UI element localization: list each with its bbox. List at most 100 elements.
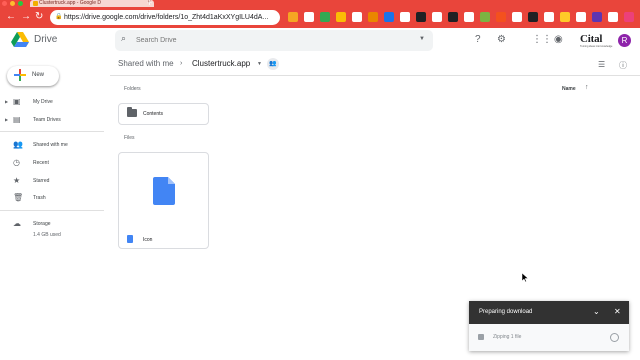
brand-logo: Cital — [580, 33, 603, 45]
address-bar[interactable]: 🔒 https://drive.google.com/drive/folders… — [50, 10, 280, 25]
drive-icon: ▣ — [13, 97, 21, 106]
extension-icon[interactable] — [304, 12, 314, 22]
extension-icon[interactable] — [496, 12, 506, 22]
file-type-icon — [127, 235, 133, 243]
sidebar-item-label: Shared with me — [33, 142, 68, 148]
minimize-window-button[interactable] — [10, 1, 15, 6]
search-bar[interactable]: ⌕ ▼ — [115, 30, 433, 51]
mouse-cursor-icon — [522, 273, 528, 282]
close-window-button[interactable] — [2, 1, 7, 6]
people-icon: 👥 — [13, 140, 23, 149]
download-item: Zipping 1 file — [469, 324, 629, 351]
browser-toolbar: ← → ↻ 🔒 https://drive.google.com/drive/f… — [0, 7, 640, 28]
sidebar-item-label: Starred — [33, 178, 50, 184]
storage-used-text: 1.4 GB used — [33, 232, 61, 238]
extension-icon[interactable] — [368, 12, 378, 22]
toast-title: Preparing download — [479, 309, 533, 315]
extension-icon[interactable] — [400, 12, 410, 22]
maximize-window-button[interactable] — [18, 1, 23, 6]
sidebar-item-label: Recent — [33, 160, 49, 166]
extension-icon[interactable] — [512, 12, 522, 22]
extension-icon[interactable] — [432, 12, 442, 22]
expand-icon[interactable]: ▶ — [5, 99, 8, 104]
extension-icon[interactable] — [544, 12, 554, 22]
info-icon[interactable]: ⓘ — [619, 60, 627, 71]
sidebar-item-label: Team Drives — [33, 117, 61, 123]
sidebar-item-label: My Drive — [33, 99, 53, 105]
star-icon: ★ — [13, 176, 21, 185]
extension-icon[interactable] — [592, 12, 602, 22]
extension-icon[interactable] — [336, 12, 346, 22]
extension-icon[interactable] — [576, 12, 586, 22]
extension-icon[interactable] — [288, 12, 298, 22]
browser-tab-bar: Clustertruck.app - Google D × + — [0, 0, 640, 8]
address-url: https://drive.google.com/drive/folders/1… — [64, 14, 269, 21]
extension-icon[interactable] — [320, 12, 330, 22]
progress-spinner-icon — [610, 333, 619, 342]
extension-icon[interactable] — [384, 12, 394, 22]
sidebar-item-storage[interactable]: ☁ Storage — [0, 217, 104, 231]
download-toast: Preparing download ⌄ ✕ Zipping 1 file — [469, 301, 629, 351]
brand-tagline: Turning ideas into knowledge — [580, 45, 613, 48]
sidebar-item-recent[interactable]: ◷ Recent — [0, 156, 104, 170]
extension-icon[interactable] — [480, 12, 490, 22]
file-name: Icon — [143, 237, 153, 243]
extension-icon[interactable] — [352, 12, 362, 22]
sidebar-item-shared[interactable]: 👥 Shared with me — [0, 138, 104, 152]
expand-icon[interactable]: ▶ — [5, 117, 8, 122]
collapse-icon[interactable]: ⌄ — [593, 307, 600, 317]
cloud-icon: ☁ — [13, 219, 21, 228]
settings-icon[interactable]: ⚙ — [497, 35, 506, 45]
back-icon[interactable]: ← — [6, 12, 16, 22]
main-divider — [110, 75, 640, 76]
drive-logo-icon[interactable] — [11, 32, 29, 47]
window-controls — [2, 1, 23, 6]
forward-icon[interactable]: → — [21, 12, 31, 22]
extension-icon[interactable] — [464, 12, 474, 22]
clock-icon: ◷ — [13, 158, 20, 167]
chevron-down-icon[interactable]: ▼ — [257, 61, 262, 67]
search-icon[interactable]: ⌕ — [121, 33, 126, 44]
close-icon[interactable]: ✕ — [614, 307, 621, 317]
sidebar-item-starred[interactable]: ★ Starred — [0, 174, 104, 188]
apps-icon[interactable]: ⋮⋮ — [532, 35, 552, 45]
help-icon[interactable]: ? — [475, 35, 481, 45]
zip-file-icon — [478, 334, 484, 340]
folder-item[interactable]: Contents — [118, 103, 209, 125]
extension-icon[interactable] — [624, 12, 634, 22]
sort-label[interactable]: Name — [562, 86, 576, 92]
extension-icon[interactable] — [416, 12, 426, 22]
extension-icon[interactable] — [448, 12, 458, 22]
search-options-icon[interactable]: ▼ — [419, 36, 425, 42]
trash-icon: 🗑 — [13, 193, 24, 202]
toast-header: Preparing download ⌄ ✕ — [469, 301, 629, 324]
drive-header: Drive ⌕ ▼ ? ⚙ ⋮⋮ ◉ Cital Turning ideas i… — [0, 28, 640, 55]
breadcrumb-current[interactable]: Clustertruck.app — [192, 59, 250, 68]
reload-icon[interactable]: ↻ — [35, 12, 43, 22]
extension-icon[interactable] — [528, 12, 538, 22]
tab-title: Clustertruck.app - Google D — [39, 0, 101, 6]
extension-icon[interactable] — [560, 12, 570, 22]
shared-people-icon[interactable]: 👥 — [267, 58, 279, 70]
folder-name: Contents — [143, 111, 164, 117]
file-item[interactable]: Icon — [118, 152, 209, 249]
drive-favicon-icon — [33, 1, 38, 6]
files-heading: Files — [124, 135, 135, 141]
new-button[interactable]: New — [7, 66, 59, 86]
sidebar-item-my-drive[interactable]: ▶ ▣ My Drive — [0, 95, 104, 109]
browser-window: Clustertruck.app - Google D × + ← → ↻ 🔒 … — [0, 0, 640, 360]
avatar[interactable]: R — [618, 34, 631, 47]
list-view-icon[interactable]: ☰ — [598, 60, 605, 69]
extension-icon[interactable] — [608, 12, 618, 22]
browser-tab[interactable]: Clustertruck.app - Google D × — [30, 0, 154, 7]
search-input[interactable] — [136, 34, 396, 46]
sort-arrow-icon[interactable]: ↑ — [585, 84, 589, 91]
sidebar-item-team-drives[interactable]: ▶ ▤ Team Drives — [0, 113, 104, 127]
download-status: Zipping 1 file — [493, 334, 522, 340]
chevron-right-icon: › — [180, 60, 183, 67]
notifications-icon[interactable]: ◉ — [554, 35, 563, 45]
new-tab-icon[interactable]: + — [147, 0, 152, 8]
breadcrumb-shared[interactable]: Shared with me — [118, 59, 174, 71]
sidebar-item-trash[interactable]: 🗑 Trash — [0, 191, 104, 205]
new-button-label: New — [32, 72, 45, 78]
